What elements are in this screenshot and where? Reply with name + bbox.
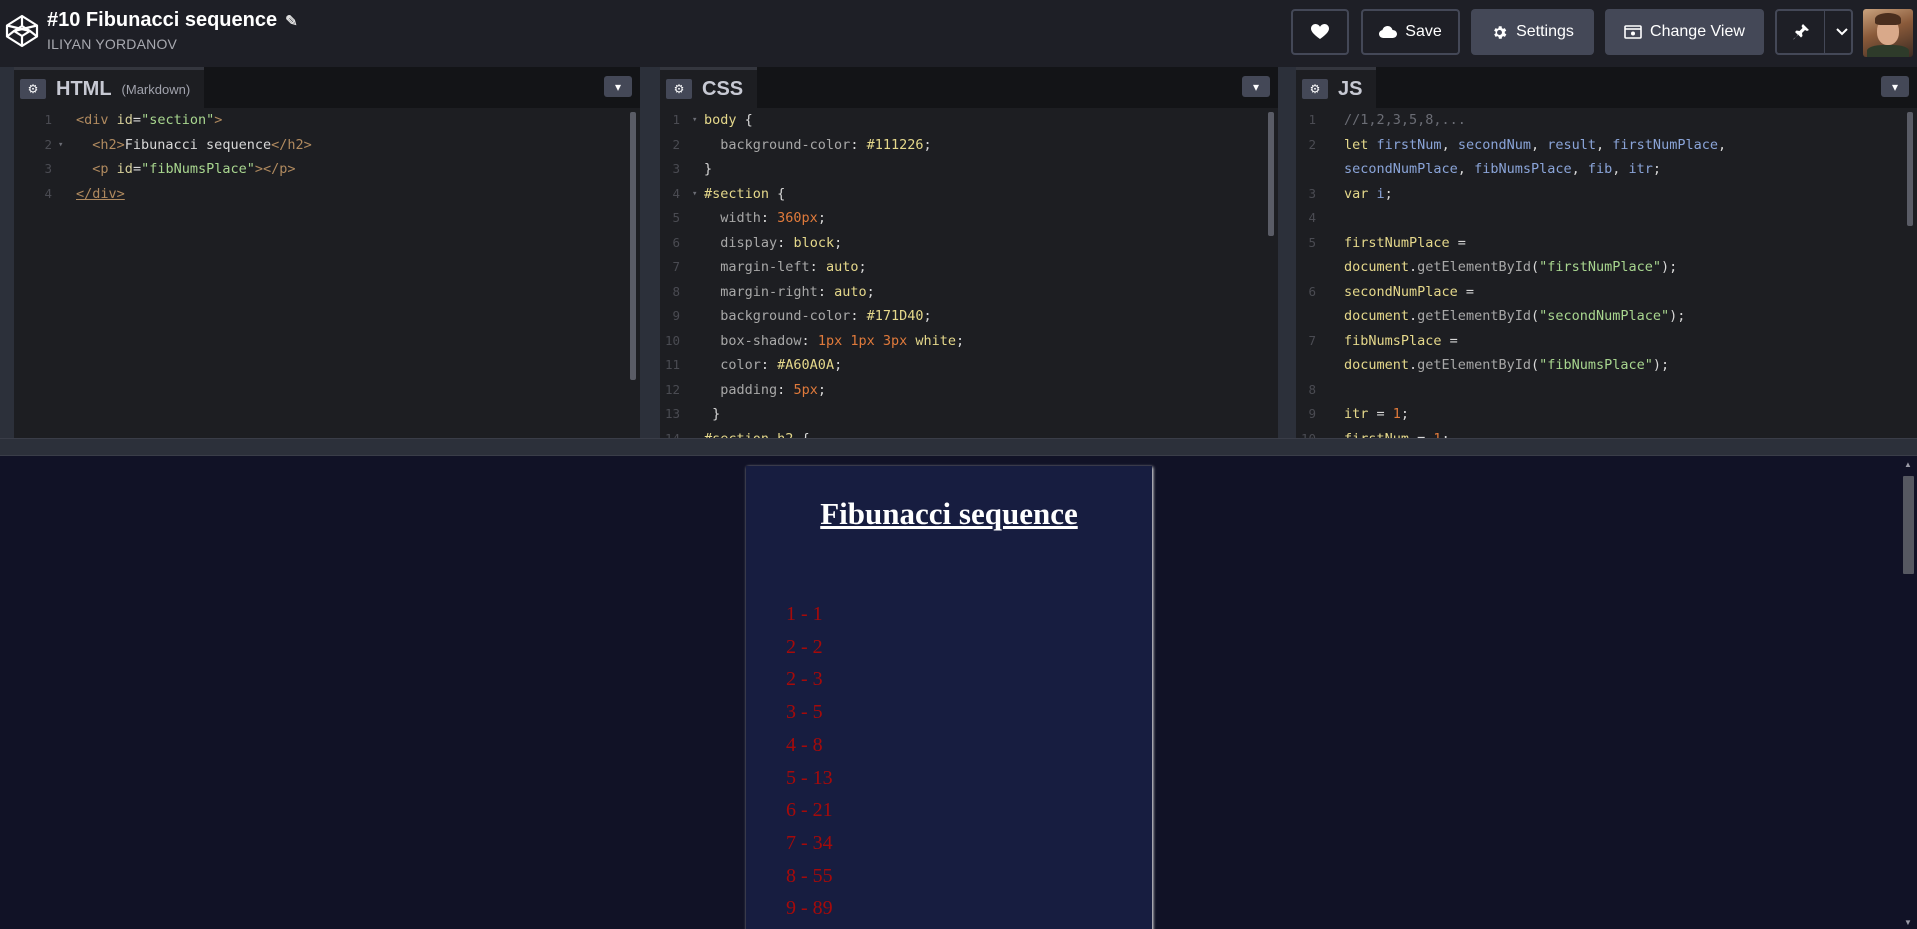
css-scrollbar[interactable] — [1268, 112, 1274, 236]
js-panel-header: ⚙ JS ▾ — [1296, 67, 1917, 108]
css-editor-panel: ⚙ CSS ▾ 1 ▾ body { 2 background-color: #11… — [660, 67, 1278, 438]
js-code-area[interactable]: 1//1,2,3,5,8,... 2 let firstNum, secondNu… — [1296, 108, 1917, 438]
love-button[interactable] — [1291, 9, 1349, 55]
fib-item: 8 - 55 — [786, 864, 833, 887]
cloud-icon — [1379, 26, 1398, 38]
html-settings-gear-icon[interactable]: ⚙ — [20, 79, 46, 99]
top-bar: #10 Fibunacci sequence ✎ ILIYAN YORDANOV… — [0, 0, 1917, 67]
css-panel-tab: ⚙ CSS — [660, 67, 758, 108]
css-panel-name: CSS — [702, 77, 744, 100]
js-panel-tab: ⚙ JS — [1296, 67, 1377, 108]
css-js-resize-handle[interactable] — [1278, 67, 1296, 438]
css-settings-gear-icon[interactable]: ⚙ — [666, 79, 692, 99]
html-panel-header: ⚙ HTML (Markdown) ▾ — [14, 67, 640, 108]
js-panel-name: JS — [1338, 77, 1363, 100]
result-preview: Fibunacci sequence 1 - 1 2 - 2 2 - 3 3 - 5 4… — [0, 456, 1917, 929]
preview-scrollbar[interactable]: ▲ ▼ — [1900, 456, 1917, 929]
fib-item: 4 - 8 — [786, 733, 823, 756]
pin-dropdown-button[interactable] — [1833, 11, 1851, 53]
fib-item: 6 - 21 — [786, 799, 833, 822]
save-label: Save — [1405, 23, 1442, 40]
scroll-up-icon[interactable]: ▲ — [1904, 460, 1912, 469]
css-panel-header: ⚙ CSS ▾ — [660, 67, 1278, 108]
fib-item: 9 - 89 — [786, 897, 833, 920]
js-settings-gear-icon[interactable]: ⚙ — [1302, 79, 1328, 99]
pen-title-text[interactable]: #10 Fibunacci sequence — [47, 9, 277, 32]
pen-title-block: #10 Fibunacci sequence ✎ ILIYAN YORDANOV — [47, 9, 298, 52]
author-name[interactable]: ILIYAN YORDANOV — [47, 36, 298, 52]
fib-section: Fibunacci sequence 1 - 1 2 - 2 2 - 3 3 - 5 4… — [746, 466, 1152, 929]
change-view-button[interactable]: Change View — [1605, 9, 1764, 55]
html-collapse-chevron-down-icon[interactable]: ▾ — [604, 76, 632, 97]
fib-item: 7 - 34 — [786, 831, 833, 854]
html-code-area[interactable]: 1 <div id="section"> 2 ▾ <h2>Fibunacci seq… — [14, 108, 640, 438]
html-css-resize-handle[interactable] — [640, 67, 660, 438]
pin-button-group[interactable] — [1775, 9, 1853, 55]
fib-item: 2 - 3 — [786, 668, 823, 691]
html-panel-name: HTML — [56, 77, 112, 100]
scroll-thumb[interactable] — [1903, 476, 1914, 574]
gear-icon — [1494, 25, 1507, 39]
html-preprocessor-label: (Markdown) — [121, 81, 191, 97]
js-scrollbar[interactable] — [1907, 112, 1913, 226]
pencil-icon[interactable]: ✎ — [285, 12, 298, 30]
fib-item: 3 - 5 — [786, 701, 823, 724]
preview-resize-bar[interactable] — [0, 438, 1917, 456]
fib-item: 5 - 13 — [786, 766, 833, 789]
css-collapse-chevron-down-icon[interactable]: ▾ — [1242, 76, 1270, 97]
fib-item: 2 - 2 — [786, 635, 823, 658]
chevron-down-icon — [1836, 28, 1848, 36]
pin-icon — [1793, 24, 1809, 40]
fib-heading: Fibunacci sequence — [820, 496, 1078, 531]
html-panel-tab: ⚙ HTML (Markdown) — [14, 67, 205, 108]
pin-button[interactable] — [1777, 11, 1825, 53]
save-button[interactable]: Save — [1361, 9, 1460, 55]
scroll-down-icon[interactable]: ▼ — [1904, 918, 1912, 927]
html-editor-panel: ⚙ HTML (Markdown) ▾ 1 <div id="section"> … — [14, 67, 640, 438]
settings-label: Settings — [1516, 23, 1574, 40]
html-scrollbar[interactable] — [630, 112, 636, 380]
change-view-icon — [1624, 25, 1642, 39]
settings-button[interactable]: Settings — [1471, 9, 1594, 55]
css-code-area[interactable]: 1 ▾ body { 2 background-color: #111226; 3}… — [660, 108, 1278, 438]
js-collapse-chevron-down-icon[interactable]: ▾ — [1881, 76, 1909, 97]
editor-area: ⚙ HTML (Markdown) ▾ 1 <div id="section"> … — [0, 67, 1917, 438]
avatar[interactable] — [1863, 9, 1913, 57]
fib-list: 1 - 1 2 - 2 2 - 3 3 - 5 4 - 8 5 - 13 6 - 21 7 -… — [786, 598, 833, 925]
pen-title[interactable]: #10 Fibunacci sequence ✎ — [47, 9, 298, 32]
js-editor-panel: ⚙ JS ▾ 1//1,2,3,5,8,... 2 let firstNum, s… — [1296, 67, 1917, 438]
fib-item: 1 - 1 — [786, 603, 823, 625]
heart-icon — [1311, 24, 1329, 39]
change-view-label: Change View — [1650, 23, 1745, 40]
codepen-logo-icon[interactable] — [5, 14, 39, 48]
left-resize-handle[interactable] — [0, 67, 14, 438]
